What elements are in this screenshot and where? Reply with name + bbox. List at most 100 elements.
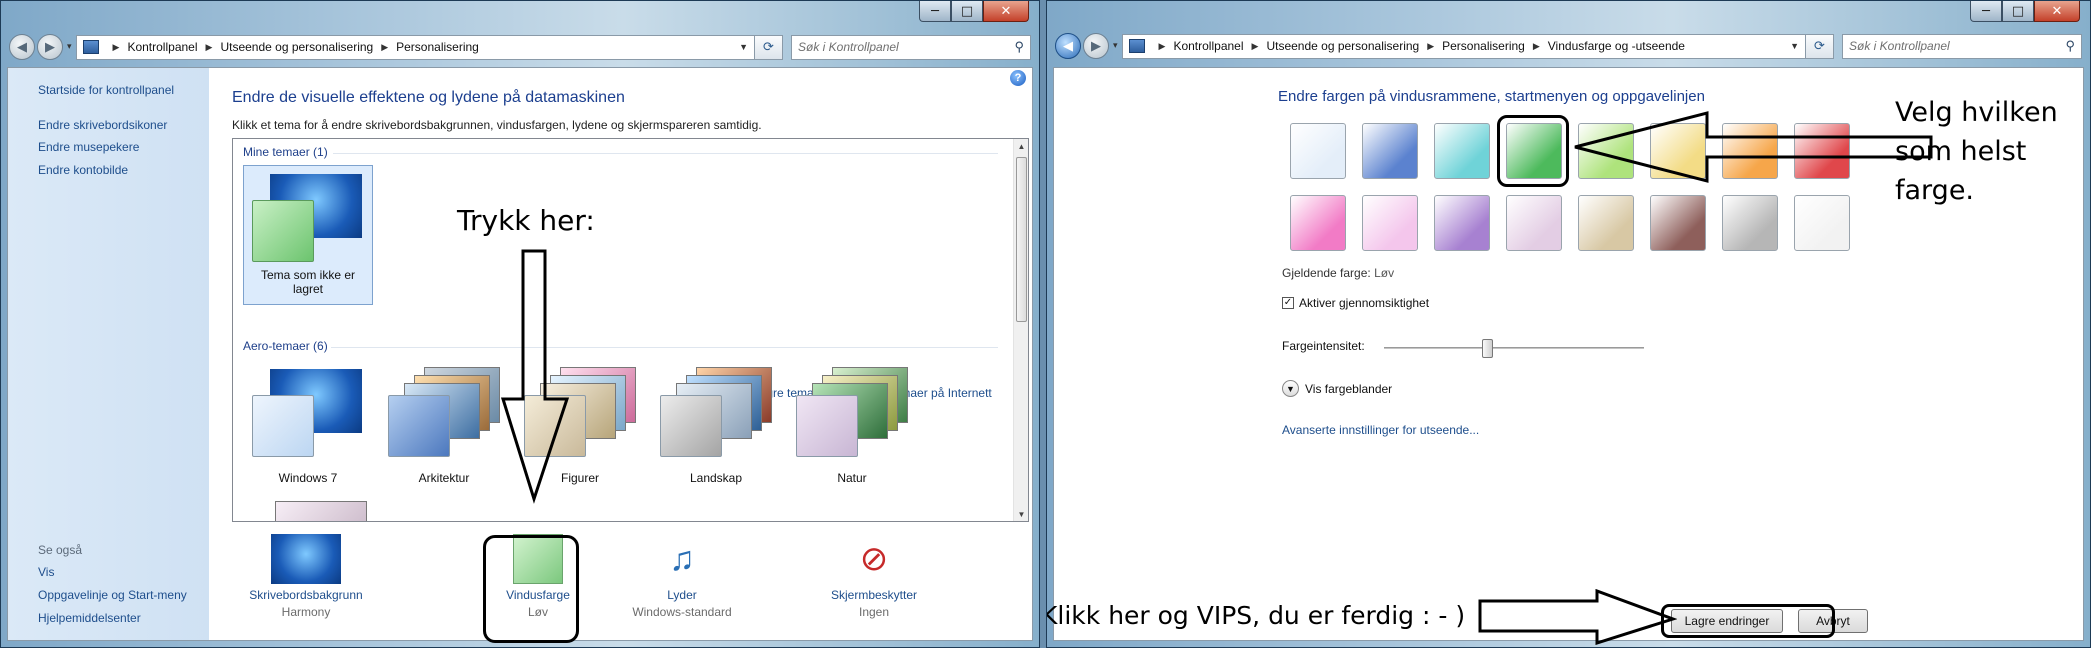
maximize-button[interactable]: □	[951, 1, 983, 22]
color-mixer-toggle[interactable]: ▼ Vis fargeblander	[1282, 380, 1392, 397]
search-placeholder: Søk i Kontrollpanel	[1849, 39, 1950, 53]
color-swatch-9[interactable]	[1290, 195, 1346, 251]
chevron-right-icon[interactable]: ▶	[1533, 41, 1540, 52]
chevron-right-icon[interactable]: ▶	[1427, 41, 1434, 52]
minimize-button[interactable]: ─	[919, 1, 951, 22]
maximize-button[interactable]: □	[2002, 1, 2034, 22]
breadcrumb-utseende[interactable]: Utseende og personalisering	[220, 40, 373, 54]
chevron-right-icon[interactable]: ▶	[381, 42, 388, 53]
search-icon[interactable]: ⚲	[1014, 39, 1024, 55]
breadcrumb-kontrollpanel[interactable]: Kontrollpanel	[1173, 39, 1243, 53]
slider-handle[interactable]	[1482, 339, 1493, 358]
sidebar: Startside for kontrollpanel Endre skrive…	[8, 68, 209, 640]
breadcrumb-kontrollpanel[interactable]: Kontrollpanel	[127, 40, 197, 54]
navigation-bar: ◀ ▶ ▾ ▶ Kontrollpanel ▶ Utseende og pers…	[9, 31, 1031, 63]
screensaver-label[interactable]: Skjermbeskytter	[799, 588, 949, 602]
sounds-item[interactable]: ♫ Lyder Windows-standard	[607, 534, 757, 619]
breadcrumb-utseende[interactable]: Utseende og personalisering	[1266, 39, 1419, 53]
color-swatch	[660, 395, 722, 457]
color-swatch	[388, 395, 450, 457]
window-controls: ─ □ ✕	[919, 1, 1029, 23]
color-mixer-label: Vis fargeblander	[1305, 381, 1393, 396]
forward-button[interactable]: ▶	[1083, 33, 1109, 59]
desktop-background-label[interactable]: Skrivebordsbakgrunn	[231, 588, 381, 602]
scrollbar[interactable]: ▲ ▼	[1013, 139, 1028, 521]
page-title: Endre fargen på vindusrammene, startmeny…	[1278, 88, 1705, 105]
color-swatch-13[interactable]	[1578, 195, 1634, 251]
page-title: Endre de visuelle effektene og lydene på…	[232, 89, 625, 106]
transparency-checkbox[interactable]: ✓ Aktiver gjennomsiktighet	[1282, 296, 1429, 310]
search-icon[interactable]: ⚲	[2065, 38, 2075, 54]
window-color-window: ─ □ ✕ ◀ ▶ ▾ ▶ Kontrollpanel ▶ Utseende o…	[1046, 0, 2091, 648]
recent-pages-dropdown[interactable]: ▾	[67, 42, 72, 52]
minimize-button[interactable]: ─	[1970, 1, 2002, 22]
advanced-settings-link[interactable]: Avanserte innstillinger for utseende...	[1282, 423, 1479, 437]
sidebar-link-account-picture[interactable]: Endre kontobilde	[38, 163, 128, 177]
control-panel-icon	[1128, 39, 1145, 53]
help-icon[interactable]: ?	[1010, 70, 1026, 86]
chevron-right-icon[interactable]: ▶	[206, 42, 213, 53]
sidebar-link-ease-of-access[interactable]: Hjelpemiddelsenter	[38, 611, 141, 625]
breadcrumb-personalisering[interactable]: Personalisering	[396, 40, 479, 54]
breadcrumb-personalisering[interactable]: Personalisering	[1442, 39, 1525, 53]
color-swatch-10[interactable]	[1362, 195, 1418, 251]
screensaver-item[interactable]: ⊘ Skjermbeskytter Ingen	[799, 534, 949, 619]
refresh-button[interactable]: ⟳	[755, 34, 783, 60]
chevron-right-icon[interactable]: ▶	[113, 42, 120, 53]
desktop-background-item[interactable]: Skrivebordsbakgrunn Harmony	[231, 534, 381, 619]
back-button[interactable]: ◀	[9, 34, 35, 60]
search-input[interactable]: Søk i Kontrollpanel ⚲	[1842, 33, 2082, 59]
theme-name: Arkitektur	[418, 471, 470, 485]
theme-name: Natur	[837, 471, 867, 485]
sidebar-link-taskbar[interactable]: Oppgavelinje og Start-meny	[38, 588, 187, 602]
color-swatch-3[interactable]	[1434, 123, 1490, 179]
color-swatch-11[interactable]	[1434, 195, 1490, 251]
back-button[interactable]: ◀	[1055, 33, 1081, 59]
annotation-click-done: Klikk her og VIPS, du er ferdig : - )	[1046, 601, 1466, 630]
color-swatch-15[interactable]	[1722, 195, 1778, 251]
theme-partial-thumbnail[interactable]	[275, 501, 367, 521]
chevron-right-icon[interactable]: ▶	[1159, 41, 1166, 52]
theme-landskap[interactable]: Landskap	[651, 361, 781, 485]
desktop-background-value: Harmony	[281, 605, 331, 619]
color-swatch-14[interactable]	[1650, 195, 1706, 251]
chevron-down-icon[interactable]: ▼	[1282, 380, 1299, 397]
address-dropdown-icon[interactable]: ▼	[1790, 41, 1799, 51]
search-input[interactable]: Søk i Kontrollpanel ⚲	[791, 34, 1031, 60]
scroll-down-icon[interactable]: ▼	[1014, 507, 1028, 521]
sidebar-link-display[interactable]: Vis	[38, 565, 54, 579]
breadcrumb-vindusfarge[interactable]: Vindusfarge og -utseende	[1548, 39, 1685, 53]
color-swatch-2[interactable]	[1362, 123, 1418, 179]
scroll-up-icon[interactable]: ▲	[1014, 139, 1028, 153]
forward-button[interactable]: ▶	[37, 34, 63, 60]
theme-unsaved[interactable]: Tema som ikke er lagret	[243, 165, 373, 305]
address-bar[interactable]: ▶ Kontrollpanel ▶ Utseende og personalis…	[1121, 33, 1806, 59]
theme-list: Mine temaer (1) Tema som ikke er lagret …	[232, 138, 1029, 522]
chevron-right-icon[interactable]: ▶	[1252, 41, 1259, 52]
intensity-slider[interactable]	[1384, 339, 1644, 358]
scroll-thumb[interactable]	[1016, 157, 1027, 322]
desktop-background-icon	[271, 534, 341, 584]
close-button[interactable]: ✕	[983, 1, 1029, 22]
sounds-label[interactable]: Lyder	[607, 588, 757, 602]
theme-natur[interactable]: Natur	[787, 361, 917, 485]
sounds-value: Windows-standard	[632, 605, 732, 619]
recent-pages-dropdown[interactable]: ▾	[1113, 41, 1118, 51]
theme-windows7[interactable]: Windows 7	[243, 361, 373, 485]
sidebar-link-home[interactable]: Startside for kontrollpanel	[38, 83, 174, 97]
checkbox-checked-icon[interactable]: ✓	[1282, 297, 1294, 309]
color-swatch-1[interactable]	[1290, 123, 1346, 179]
color-swatch-16[interactable]	[1794, 195, 1850, 251]
sidebar-link-desktop-icons[interactable]: Endre skrivebordsikoner	[38, 118, 167, 132]
close-button[interactable]: ✕	[2034, 1, 2080, 22]
theme-arkitektur[interactable]: Arkitektur	[379, 361, 509, 485]
theme-preview	[248, 166, 368, 276]
color-swatch	[252, 200, 314, 262]
address-dropdown-icon[interactable]: ▼	[739, 42, 748, 52]
control-panel-icon	[82, 40, 99, 54]
color-swatch-12[interactable]	[1506, 195, 1562, 251]
theme-name: Landskap	[689, 471, 743, 485]
refresh-button[interactable]: ⟳	[1806, 33, 1834, 59]
address-bar[interactable]: ▶ Kontrollpanel ▶ Utseende og personalis…	[75, 34, 755, 60]
sidebar-link-mouse-pointers[interactable]: Endre musepekere	[38, 140, 139, 154]
